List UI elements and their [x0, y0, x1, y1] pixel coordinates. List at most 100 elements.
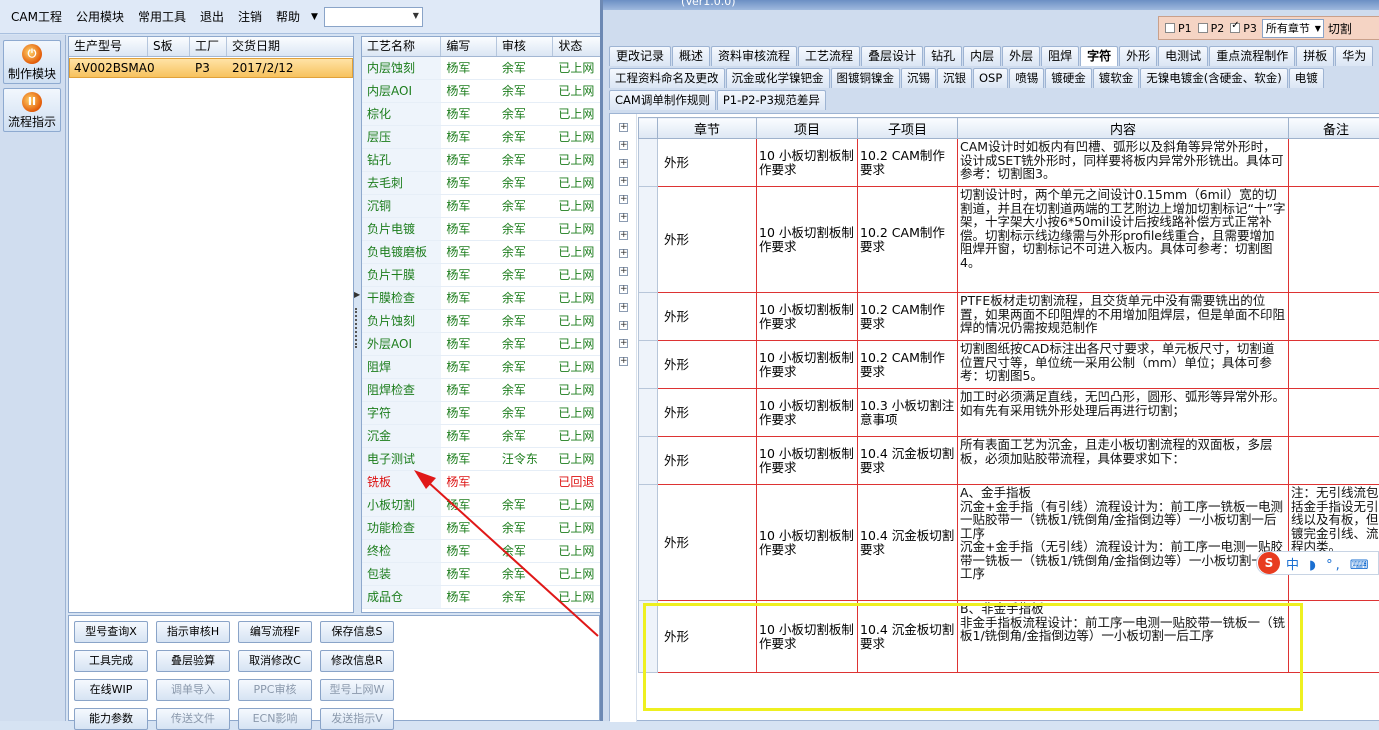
tab-tabs_row2-3[interactable]: 沉锡 — [901, 68, 936, 88]
table-row[interactable]: 外形10 小板切割板制作要求10.2 CAM制作要求切割设计时，两个单元之间设计… — [639, 187, 1379, 293]
table-row[interactable]: 干膜检查杨军余军已上网 — [362, 287, 600, 310]
tab-tabs_row2-7[interactable]: 镀硬金 — [1045, 68, 1092, 88]
tab-tabs_row2-0[interactable]: 工程资料命名及更改 — [609, 68, 725, 88]
p3-checkbox[interactable] — [1230, 23, 1240, 33]
table-row[interactable]: 成品仓杨军余军已上网 — [362, 586, 600, 609]
expand-icon[interactable]: + — [619, 357, 628, 366]
table-row[interactable]: 字符杨军余军已上网 — [362, 402, 600, 425]
capability-params-button[interactable]: 能力参数 — [74, 708, 148, 730]
table-row[interactable]: 层压杨军余军已上网 — [362, 126, 600, 149]
tab-tabs_row1-4[interactable]: 叠层设计 — [861, 46, 923, 66]
col-model[interactable]: 生产型号 — [69, 37, 148, 56]
table-row[interactable]: 外形10 小板切割板制作要求10.4 沉金板切割要求所有表面工艺为沉金，且走小板… — [639, 437, 1379, 485]
expand-icon[interactable]: + — [619, 123, 628, 132]
model-online-button[interactable]: 型号上网W — [320, 679, 394, 701]
table-row[interactable]: 外形10 小板切割板制作要求10.3 小板切割注意事项加工时必须满足直线，无凹凸… — [639, 389, 1379, 437]
instruction-review-button[interactable]: 指示审核H — [156, 621, 230, 643]
cancel-edit-button[interactable]: 取消修改C — [238, 650, 312, 672]
expand-icon[interactable]: + — [619, 195, 628, 204]
table-row[interactable]: 小板切割杨军余军已上网 — [362, 494, 600, 517]
expand-icon[interactable]: + — [619, 231, 628, 240]
table-row[interactable]: 铣板杨军已回退 — [362, 471, 600, 494]
table-row[interactable]: 4V002BSMA0 P3 2017/2/12 — [69, 58, 353, 78]
table-row[interactable]: 包装杨军余军已上网 — [362, 563, 600, 586]
tab-tabs_row1-9[interactable]: 字符 — [1080, 46, 1118, 66]
chevron-down-icon[interactable]: ▼ — [311, 12, 318, 22]
row-selector[interactable] — [639, 437, 658, 485]
expand-icon[interactable]: + — [619, 159, 628, 168]
row-selector[interactable] — [639, 485, 658, 601]
table-row[interactable]: 钻孔杨军余军已上网 — [362, 149, 600, 172]
table-row[interactable]: 外形10 小板切割板制作要求10.2 CAM制作要求CAM设计时如板内有凹槽、弧… — [639, 139, 1379, 187]
tab-tabs_row1-1[interactable]: 概述 — [672, 46, 710, 66]
online-wip-button[interactable]: 在线WIP — [74, 679, 148, 701]
edit-info-button[interactable]: 修改信息R — [320, 650, 394, 672]
table-row[interactable]: 内层蚀刻杨军余军已上网 — [362, 57, 600, 80]
table-row[interactable]: 功能检查杨军余军已上网 — [362, 517, 600, 540]
tool-complete-button[interactable]: 工具完成 — [74, 650, 148, 672]
tab-tabs_row3-0[interactable]: CAM调单制作规则 — [609, 90, 716, 110]
table-row[interactable]: 外形10 小板切割板制作要求10.2 CAM制作要求切割图纸按CAD标注出各尺寸… — [639, 341, 1379, 389]
col-item[interactable]: 项目 — [757, 118, 858, 139]
tab-tabs_row1-7[interactable]: 外层 — [1002, 46, 1040, 66]
tab-tabs_row2-9[interactable]: 无镍电镀金(含硬金、软金) — [1140, 68, 1287, 88]
col-s-board[interactable]: S板 — [148, 37, 190, 56]
row-selector[interactable] — [639, 601, 658, 673]
p1-checkbox[interactable] — [1165, 23, 1175, 33]
col-content[interactable]: 内容 — [958, 118, 1289, 139]
tab-tabs_row3-1[interactable]: P1-P2-P3规范差异 — [717, 90, 826, 110]
tab-tabs_row1-13[interactable]: 拼板 — [1296, 46, 1334, 66]
ppc-review-button[interactable]: PPC审核 — [238, 679, 312, 701]
table-row[interactable]: 负片蚀刻杨军余军已上网 — [362, 310, 600, 333]
row-selector[interactable] — [639, 293, 658, 341]
cut-label[interactable]: 切割 — [1328, 20, 1352, 37]
col-note[interactable]: 备注 — [1289, 118, 1379, 139]
expand-icon[interactable]: + — [619, 339, 628, 348]
col-chapter[interactable]: 章节 — [658, 118, 757, 139]
order-import-button[interactable]: 调单导入 — [156, 679, 230, 701]
tab-tabs_row2-1[interactable]: 沉金或化学镍钯金 — [726, 68, 830, 88]
col-process-name[interactable]: 工艺名称 — [362, 37, 441, 56]
tab-tabs_row2-8[interactable]: 镀软金 — [1093, 68, 1140, 88]
expand-icon[interactable]: + — [619, 303, 628, 312]
model-query-button[interactable]: 型号查询X — [74, 621, 148, 643]
menu-cam-project[interactable]: CAM工程 — [4, 8, 69, 25]
col-writer[interactable]: 编写 — [441, 37, 497, 56]
tab-tabs_row1-2[interactable]: 资料审核流程 — [711, 46, 797, 66]
send-file-button[interactable]: 传送文件 — [156, 708, 230, 730]
save-info-button[interactable]: 保存信息S — [320, 621, 394, 643]
table-row[interactable]: 外形10 小板切割板制作要求10.2 CAM制作要求PTFE板材走切割流程，且交… — [639, 293, 1379, 341]
expand-icon[interactable]: + — [619, 285, 628, 294]
menu-logout[interactable]: 注销 — [231, 8, 269, 25]
col-delivery-date[interactable]: 交货日期 — [227, 37, 325, 56]
menu-combo-box[interactable]: ▼ — [324, 7, 423, 27]
chevron-right-icon[interactable]: ▶ — [354, 290, 360, 299]
menu-help[interactable]: 帮助 — [269, 8, 307, 25]
send-instruction-button[interactable]: 发送指示V — [320, 708, 394, 730]
table-row[interactable]: 阻焊检查杨军余军已上网 — [362, 379, 600, 402]
table-row[interactable]: 外层AOI杨军余军已上网 — [362, 333, 600, 356]
expand-icon[interactable]: + — [619, 249, 628, 258]
tab-tabs_row2-5[interactable]: OSP — [973, 68, 1008, 88]
tab-tabs_row1-11[interactable]: 电测试 — [1158, 46, 1208, 66]
table-row[interactable]: 沉金杨军余军已上网 — [362, 425, 600, 448]
tab-tabs_row1-10[interactable]: 外形 — [1119, 46, 1157, 66]
table-row[interactable]: 外形10 小板切割板制作要求10.4 沉金板切割要求B、非金手指板 非金手指板流… — [639, 601, 1379, 673]
expand-icon[interactable]: + — [619, 141, 628, 150]
ime-toolbar[interactable]: S 中 ◗ °, ⌨ — [1256, 551, 1379, 575]
menu-exit[interactable]: 退出 — [193, 8, 231, 25]
row-selector[interactable] — [639, 187, 658, 293]
flow-instruction-button[interactable]: II 流程指示 — [3, 88, 61, 132]
select-column-header[interactable] — [639, 118, 658, 139]
tab-tabs_row1-0[interactable]: 更改记录 — [609, 46, 671, 66]
expand-icon[interactable]: + — [619, 321, 628, 330]
table-row[interactable]: 电子测试杨军汪令东已上网 — [362, 448, 600, 471]
write-flow-button[interactable]: 编写流程F — [238, 621, 312, 643]
table-row[interactable]: 去毛刺杨军余军已上网 — [362, 172, 600, 195]
table-row[interactable]: 外形10 小板切割板制作要求10.4 沉金板切割要求A、金手指板 沉金+金手指（… — [639, 485, 1379, 601]
row-selector[interactable] — [639, 389, 658, 437]
tab-tabs_row1-8[interactable]: 阻焊 — [1041, 46, 1079, 66]
tab-tabs_row2-6[interactable]: 喷锡 — [1009, 68, 1044, 88]
col-factory[interactable]: 工厂 — [190, 37, 227, 56]
table-row[interactable]: 沉铜杨军余军已上网 — [362, 195, 600, 218]
